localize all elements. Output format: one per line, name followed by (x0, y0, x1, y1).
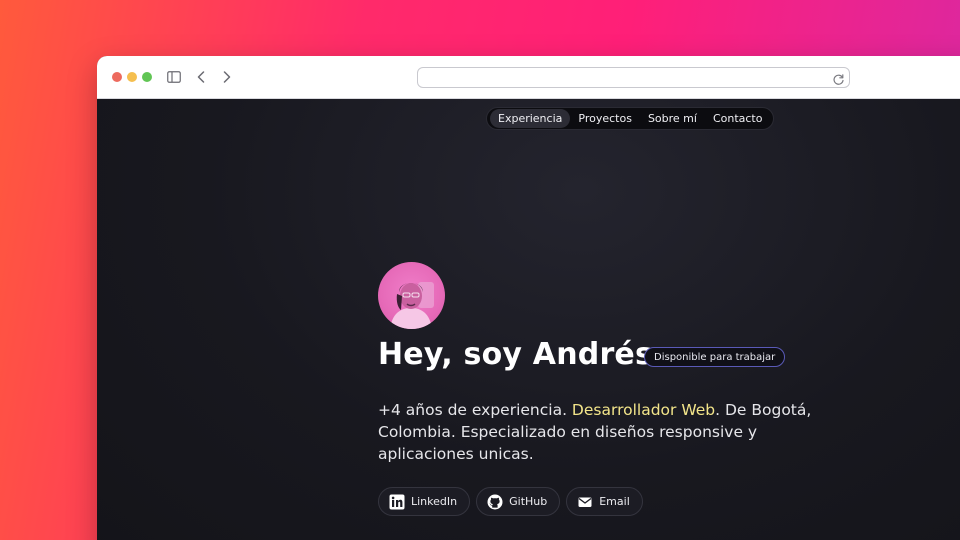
social-links: LinkedIn GitHub Email (378, 487, 643, 516)
linkedin-icon (389, 494, 405, 510)
back-icon[interactable] (193, 69, 209, 85)
maximize-window-button[interactable] (142, 72, 152, 82)
page-title: Hey, soy Andrés (378, 337, 654, 372)
email-icon (577, 494, 593, 510)
nav-item-experiencia[interactable]: Experiencia (490, 109, 571, 128)
reload-icon[interactable] (832, 71, 845, 85)
sidebar-icon[interactable] (166, 69, 182, 85)
bio-text: +4 años de experiencia. Desarrollador We… (378, 399, 818, 465)
nav-item-proyectos[interactable]: Proyectos (570, 109, 640, 128)
github-icon (487, 494, 503, 510)
linkedin-button[interactable]: LinkedIn (378, 487, 471, 516)
nav-item-contacto[interactable]: Contacto (705, 109, 771, 128)
nav-item-sobre-mi[interactable]: Sobre mí (640, 109, 705, 128)
browser-toolbar (97, 56, 960, 99)
portfolio-page: Experiencia Proyectos Sobre mí Contacto … (97, 99, 960, 540)
bio-prefix: +4 años de experiencia. (378, 401, 572, 419)
email-button[interactable]: Email (566, 487, 643, 516)
close-window-button[interactable] (112, 72, 122, 82)
top-nav: Experiencia Proyectos Sobre mí Contacto (486, 107, 775, 130)
linkedin-label: LinkedIn (411, 495, 458, 508)
address-bar[interactable] (417, 67, 850, 88)
github-button[interactable]: GitHub (476, 487, 561, 516)
forward-icon[interactable] (219, 69, 235, 85)
availability-badge: Disponible para trabajar (644, 347, 786, 367)
bio-highlight: Desarrollador Web (571, 401, 716, 419)
email-label: Email (599, 495, 630, 508)
avatar (378, 262, 445, 329)
browser-window: Experiencia Proyectos Sobre mí Contacto … (97, 56, 960, 540)
minimize-window-button[interactable] (127, 72, 137, 82)
github-label: GitHub (509, 495, 548, 508)
